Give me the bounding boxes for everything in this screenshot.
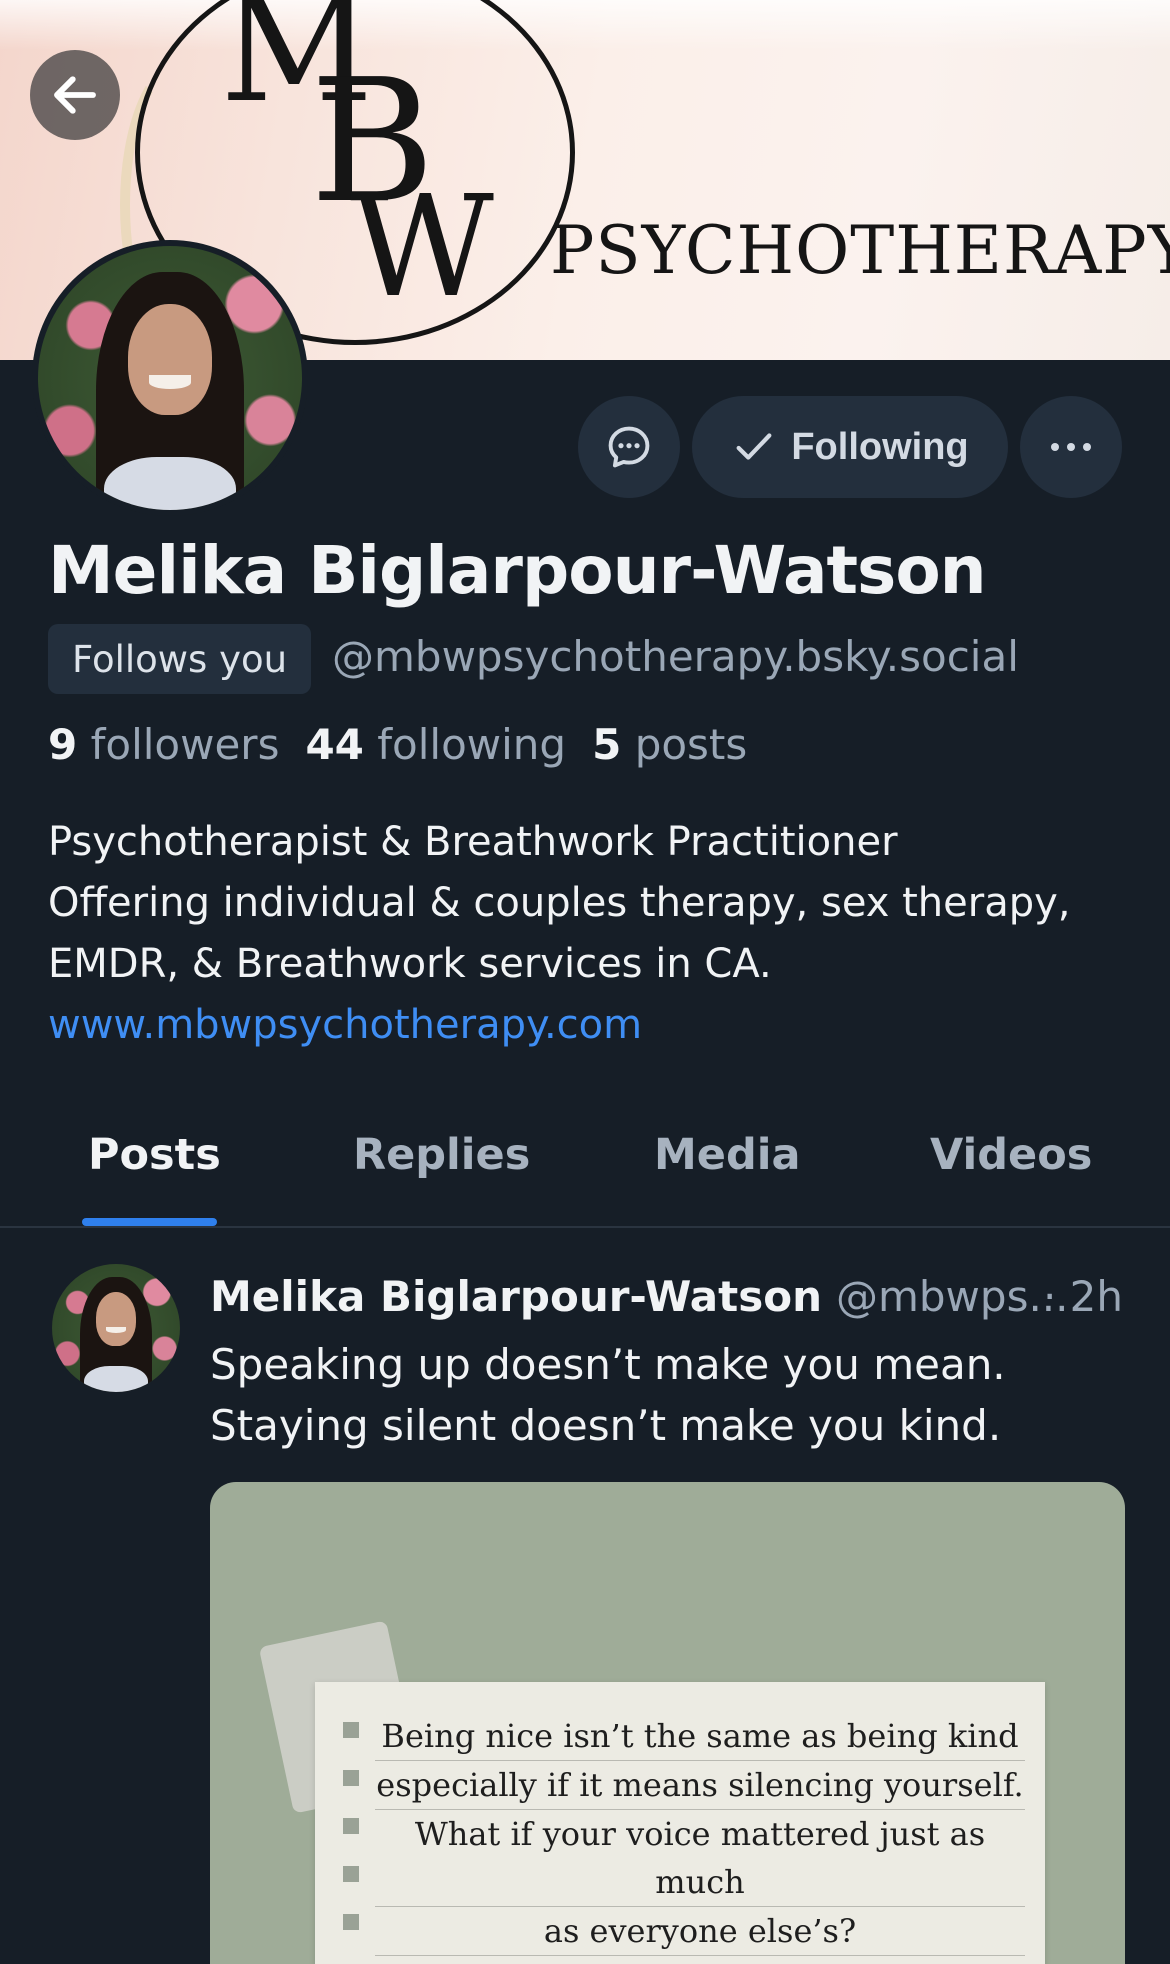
active-tab-indicator xyxy=(82,1218,217,1226)
followers-count: 9 xyxy=(48,720,78,769)
note-paper-graphic: Being nice isn’t the same as being kind … xyxy=(315,1682,1045,1964)
post-image[interactable]: Being nice isn’t the same as being kind … xyxy=(210,1482,1125,1964)
post-timestamp[interactable]: · 2h xyxy=(1043,1272,1123,1321)
check-icon xyxy=(736,433,772,460)
image-text-line: as everyone else’s? xyxy=(375,1907,1025,1956)
post-author-name[interactable]: Melika Biglarpour-Watson xyxy=(210,1272,822,1321)
profile-handle: @mbwpsychotherapy.bsky.social xyxy=(332,632,1019,681)
ellipsis-icon xyxy=(1051,443,1091,451)
bio-line: Offering individual & couples therapy, s… xyxy=(48,880,1071,926)
following-count: 44 xyxy=(305,720,364,769)
arrow-left-icon xyxy=(54,76,96,114)
image-text-line: especially if it means silencing yoursel… xyxy=(375,1761,1025,1810)
chat-bubble-icon xyxy=(608,426,650,468)
image-text-line: What if your voice mattered just as much xyxy=(375,1810,1025,1907)
profile-stats: 9 followers 44 following 5 posts xyxy=(48,720,747,769)
following-label: following xyxy=(377,720,567,769)
profile-avatar[interactable] xyxy=(32,240,308,516)
bio-line: EMDR, & Breathwork services in CA. xyxy=(48,941,772,987)
image-text-line: Finding your voice can feel uncomfortabl… xyxy=(375,1956,1025,1964)
back-button[interactable] xyxy=(30,50,120,140)
posts-label: posts xyxy=(634,720,748,769)
post-header: Melika Biglarpour-Watson @mbwps... · 2h xyxy=(210,1272,1125,1321)
tab-replies[interactable]: Replies xyxy=(353,1130,530,1180)
banner-wordmark: PSYCHOTHERAPY xyxy=(550,212,1170,289)
posts-stat: 5 posts xyxy=(592,720,747,769)
image-quote-text: Being nice isn’t the same as being kind … xyxy=(375,1712,1025,1964)
tab-posts[interactable]: Posts xyxy=(88,1130,221,1180)
posts-count: 5 xyxy=(592,720,622,769)
bio-website-link[interactable]: www.mbwpsychotherapy.com xyxy=(48,995,1148,1056)
profile-display-name: Melika Biglarpour-Watson xyxy=(48,532,987,609)
image-text-line: Being nice isn’t the same as being kind xyxy=(375,1712,1025,1761)
profile-tabs: Posts Replies Media Videos xyxy=(0,1100,1170,1228)
tab-media[interactable]: Media xyxy=(654,1130,801,1180)
following-button[interactable]: Following xyxy=(692,396,1008,498)
post-text[interactable]: Speaking up doesn’t make you mean. Stayi… xyxy=(210,1334,1130,1456)
bio-line: Psychotherapist & Breathwork Practitione… xyxy=(48,819,898,865)
more-options-button[interactable] xyxy=(1020,396,1122,498)
post-text-line: Speaking up doesn’t make you mean. xyxy=(210,1340,1006,1389)
message-button[interactable] xyxy=(578,396,680,498)
post-author-avatar[interactable] xyxy=(52,1264,180,1392)
following-stat[interactable]: 44 following xyxy=(305,720,566,769)
follows-you-badge: Follows you xyxy=(48,624,312,694)
avatar-photo xyxy=(52,1264,180,1392)
tab-videos[interactable]: Videos xyxy=(930,1130,1092,1180)
followers-label: followers xyxy=(90,720,280,769)
follows-you-label: Follows you xyxy=(72,637,288,681)
profile-bio: Psychotherapist & Breathwork Practitione… xyxy=(48,812,1148,1056)
followers-stat[interactable]: 9 followers xyxy=(48,720,279,769)
avatar-photo xyxy=(38,246,302,510)
post-text-line: Staying silent doesn’t make you kind. xyxy=(210,1401,1002,1450)
post-author-handle[interactable]: @mbwps... xyxy=(836,1272,1069,1321)
following-button-label: Following xyxy=(791,425,969,468)
